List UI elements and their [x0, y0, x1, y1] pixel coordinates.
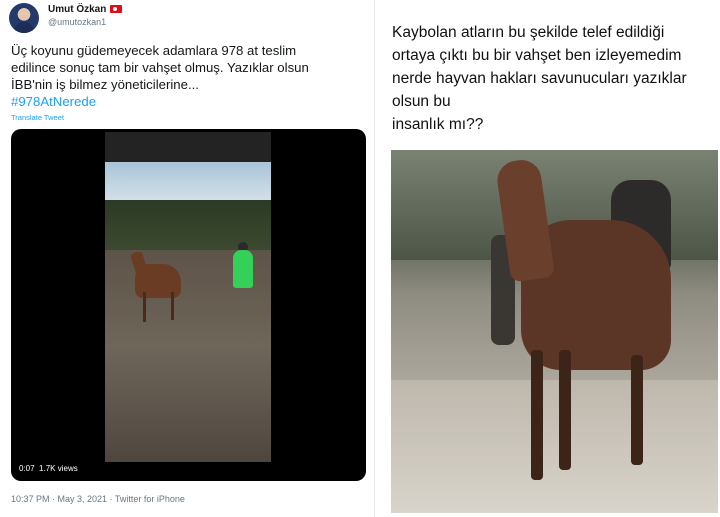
- tweet-card: Umut Özkan @umutozkan1 Üç koyunu güdemey…: [0, 0, 374, 517]
- avatar[interactable]: [9, 3, 39, 33]
- divider: [374, 0, 375, 517]
- post-caption: Kaybolan atların bu şekilde telef edildi…: [392, 21, 712, 136]
- tweet-video[interactable]: 0:07 1.7K views: [11, 129, 366, 481]
- caption-line: nerde hayvan hakları savunucuları yazıkl…: [392, 70, 687, 87]
- tweet-text-line: İBB'nin iş bilmez yöneticilerine...: [11, 77, 199, 92]
- tweet-text: Üç koyunu güdemeyecek adamlara 978 at te…: [11, 42, 366, 110]
- translate-tweet-link[interactable]: Translate Tweet: [11, 113, 64, 122]
- person-figure: [233, 250, 253, 288]
- horse-figure: [135, 264, 181, 298]
- turkey-flag-icon: [110, 5, 122, 13]
- video-frame: [105, 132, 271, 462]
- user-handle[interactable]: @umutozkan1: [48, 17, 106, 27]
- caption-line: Kaybolan atların bu şekilde telef edildi…: [392, 24, 665, 41]
- video-stats: 0:07 1.7K views: [19, 464, 78, 473]
- caption-line: ortaya çıktı bu bir vahşet ben izleyemed…: [392, 47, 682, 64]
- tweet-text-line: edilince sonuç tam bir vahşet olmuş. Yaz…: [11, 60, 309, 75]
- horse-photo: [391, 150, 718, 513]
- tweet-text-line: Üç koyunu güdemeyecek adamlara 978 at te…: [11, 43, 297, 58]
- user-name[interactable]: Umut Özkan: [48, 4, 106, 15]
- caption-line: olsun bu: [392, 93, 451, 110]
- hashtag-link[interactable]: #978AtNerede: [11, 94, 96, 109]
- tweet-meta: 10:37 PM · May 3, 2021 · Twitter for iPh…: [11, 494, 185, 504]
- caption-line: insanlık mı??: [392, 116, 484, 133]
